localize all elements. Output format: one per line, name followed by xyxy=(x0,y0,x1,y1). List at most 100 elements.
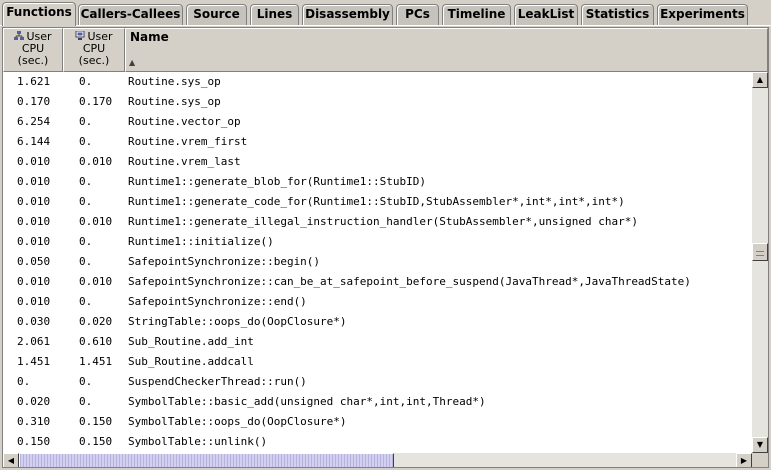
exclusive-cpu-value: 0.010 xyxy=(17,295,51,308)
inclusive-cpu-value: 0.020 xyxy=(79,315,113,328)
table-row[interactable]: 6.254 0. Routine.vector_op xyxy=(3,112,752,132)
function-name: SafepointSynchronize::begin() xyxy=(128,255,321,268)
exclusive-cpu-value: 0.170 xyxy=(17,95,51,108)
tab-source[interactable]: Source xyxy=(186,4,247,25)
table-row[interactable]: 0.050 0. SafepointSynchronize::begin() xyxy=(3,252,752,272)
scroll-right-button[interactable]: ▶ xyxy=(736,453,752,467)
table-row[interactable]: 0.010 0. Runtime1::generate_blob_for(Runti… xyxy=(3,172,752,192)
function-name: Runtime1::generate_blob_for(Runtime1::St… xyxy=(128,175,427,188)
table-row[interactable]: 1.451 1.451 Sub_Routine.addcall xyxy=(3,352,752,372)
function-name: SymbolTable::unlink() xyxy=(128,435,268,448)
functions-table: User CPU (sec.) User CPU (sec.) Name ▲ 1… xyxy=(2,27,769,468)
horizontal-scroll-thumb[interactable] xyxy=(19,453,394,467)
exclusive-cpu-value: 0.010 xyxy=(17,155,51,168)
exclusive-cpu-value: 0.010 xyxy=(17,215,51,228)
scroll-down-button[interactable]: ▼ xyxy=(752,437,768,453)
column-header-line3: (sec.) xyxy=(17,54,49,67)
table-row[interactable]: 2.061 0.610 Sub_Routine.add_int xyxy=(3,332,752,352)
tab-timeline[interactable]: Timeline xyxy=(442,4,511,25)
function-name: StringTable::oops_do(OopClosure*) xyxy=(128,315,347,328)
function-name: SafepointSynchronize::can_be_at_safepoin… xyxy=(128,275,691,288)
inclusive-cpu-value: 0. xyxy=(79,75,93,88)
function-name: Runtime1::generate_code_for(Runtime1::St… xyxy=(128,195,625,208)
inclusive-cpu-value: 0.150 xyxy=(79,415,113,428)
function-name: Runtime1::initialize() xyxy=(128,235,274,248)
tab-statistics[interactable]: Statistics xyxy=(581,4,654,25)
table-row[interactable]: 0.310 0.150 SymbolTable::oops_do(OopClosur… xyxy=(3,412,752,432)
table-body: 1.621 0. Routine.sys_op 0.170 0.170 Routine.… xyxy=(3,72,752,453)
table-row[interactable]: 0.020 0. SymbolTable::basic_add(unsigned c… xyxy=(3,392,752,412)
scrollbar-corner xyxy=(752,453,768,467)
vertical-scrollbar[interactable]: ▲ ▼ xyxy=(752,72,768,453)
arrow-down-icon: ▼ xyxy=(756,440,764,449)
inclusive-cpu-value: 0. xyxy=(79,235,93,248)
table-row[interactable]: 0.030 0.020 StringTable::oops_do(OopClosur… xyxy=(3,312,752,332)
tab-functions[interactable]: Functions xyxy=(2,2,76,26)
exclusive-cpu-value: 2.061 xyxy=(17,335,51,348)
inclusive-cpu-value: 0. xyxy=(79,395,93,408)
function-name: SymbolTable::basic_add(unsigned char*,in… xyxy=(128,395,486,408)
table-row[interactable]: 0.010 0.010 Routine.vrem_last xyxy=(3,152,752,172)
tab-bar-divider xyxy=(0,25,771,26)
table-row[interactable]: 0.010 0.010 Runtime1::generate_illegal_ins… xyxy=(3,212,752,232)
horizontal-scrollbar[interactable]: ◀ ▶ xyxy=(3,453,752,467)
table-row[interactable]: 0. 0. SuspendCheckerThread::run() xyxy=(3,372,752,392)
inclusive-cpu-value: 0. xyxy=(79,255,93,268)
arrow-left-icon: ◀ xyxy=(7,456,15,465)
exclusive-cpu-value: 0.010 xyxy=(17,175,51,188)
table-row[interactable]: 0.010 0. SafepointSynchronize::end() xyxy=(3,292,752,312)
exclusive-cpu-value: 1.621 xyxy=(17,75,51,88)
function-name: SafepointSynchronize::end() xyxy=(128,295,307,308)
inclusive-cpu-value: 0.610 xyxy=(79,335,113,348)
table-row[interactable]: 0.170 0.170 Routine.sys_op xyxy=(3,92,752,112)
inclusive-cpu-value: 0. xyxy=(79,175,93,188)
function-name: Routine.vrem_last xyxy=(128,155,241,168)
column-header-name[interactable]: Name ▲ xyxy=(125,28,768,72)
column-header-inclusive-user-cpu[interactable]: User CPU (sec.) xyxy=(63,28,125,72)
table-row[interactable]: 0.150 0.150 SymbolTable::unlink() xyxy=(3,432,752,452)
table-row[interactable]: 0.010 0. Runtime1::initialize() xyxy=(3,232,752,252)
inclusive-cpu-value: 0.010 xyxy=(79,275,113,288)
function-name: SuspendCheckerThread::run() xyxy=(128,375,307,388)
inclusive-cpu-value: 0.010 xyxy=(79,155,113,168)
inclusive-cpu-value: 0.170 xyxy=(79,95,113,108)
inclusive-cpu-value: 0. xyxy=(79,295,93,308)
tab-experiments[interactable]: Experiments xyxy=(657,4,748,25)
column-header-line3: (sec.) xyxy=(78,54,110,67)
tab-lines[interactable]: Lines xyxy=(250,4,299,25)
arrow-right-icon: ▶ xyxy=(740,456,748,465)
inclusive-cpu-value: 0. xyxy=(79,375,93,388)
function-name: Routine.sys_op xyxy=(128,75,221,88)
exclusive-cpu-value: 0.310 xyxy=(17,415,51,428)
tab-leaklist[interactable]: LeakList xyxy=(514,4,578,25)
vertical-scroll-thumb[interactable] xyxy=(752,243,768,261)
table-header: User CPU (sec.) User CPU (sec.) Name ▲ xyxy=(3,28,768,72)
scroll-left-button[interactable]: ◀ xyxy=(3,453,19,467)
table-row[interactable]: 6.144 0. Routine.vrem_first xyxy=(3,132,752,152)
tab-bar: Functions Callers-Callees Source Lines D… xyxy=(0,0,771,26)
sort-ascending-icon: ▲ xyxy=(129,58,136,67)
exclusive-metric-icon xyxy=(14,31,25,40)
inclusive-cpu-value: 0. xyxy=(79,135,93,148)
table-row[interactable]: 0.010 0.010 SafepointSynchronize::can_be_a… xyxy=(3,272,752,292)
inclusive-cpu-value: 0.010 xyxy=(79,215,113,228)
function-name: Sub_Routine.addcall xyxy=(128,355,254,368)
exclusive-cpu-value: 0.010 xyxy=(17,275,51,288)
tab-pcs[interactable]: PCs xyxy=(396,4,439,25)
inclusive-cpu-value: 0.150 xyxy=(79,435,113,448)
exclusive-cpu-value: 0.030 xyxy=(17,315,51,328)
column-header-exclusive-user-cpu[interactable]: User CPU (sec.) xyxy=(3,28,63,72)
table-row[interactable]: 1.621 0. Routine.sys_op xyxy=(3,72,752,92)
inclusive-cpu-value: 0. xyxy=(79,195,93,208)
exclusive-cpu-value: 6.254 xyxy=(17,115,51,128)
tab-disassembly[interactable]: Disassembly xyxy=(302,4,393,25)
function-name: Routine.sys_op xyxy=(128,95,221,108)
exclusive-cpu-value: 0.010 xyxy=(17,235,51,248)
exclusive-cpu-value: 6.144 xyxy=(17,135,51,148)
inclusive-cpu-value: 0. xyxy=(79,115,93,128)
scroll-up-button[interactable]: ▲ xyxy=(752,72,768,88)
table-row[interactable]: 0.010 0. Runtime1::generate_code_for(Runti… xyxy=(3,192,752,212)
tab-callers-callees[interactable]: Callers-Callees xyxy=(78,4,183,25)
inclusive-cpu-value: 1.451 xyxy=(79,355,113,368)
exclusive-cpu-value: 0. xyxy=(17,375,31,388)
